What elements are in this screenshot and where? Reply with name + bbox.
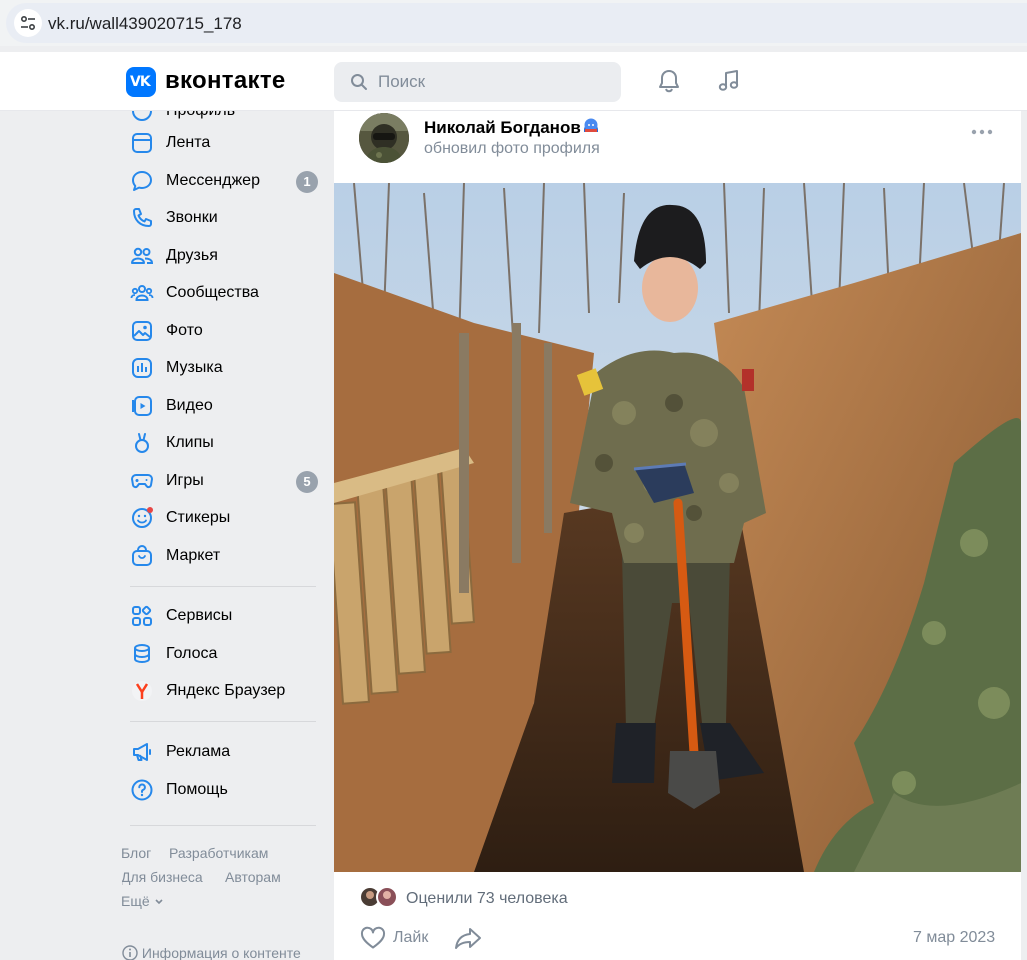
stickers-icon: [132, 507, 153, 528]
more-options-icon[interactable]: [971, 129, 993, 135]
post-card: Николай Богданов обновил фото профиля Оц…: [334, 111, 1021, 960]
info-icon: [122, 945, 138, 960]
sidebar-item-video[interactable]: Видео: [122, 388, 322, 424]
sidebar-item-feed[interactable]: Лента: [122, 125, 322, 161]
sidebar-item-ads[interactable]: Реклама: [122, 734, 322, 770]
likers-avatars[interactable]: [359, 886, 403, 913]
music-player-icon[interactable]: [716, 68, 742, 94]
site-settings-icon[interactable]: [14, 9, 42, 37]
messenger-icon: [132, 171, 152, 191]
post-date[interactable]: 7 мар 2023: [913, 929, 995, 947]
post-author-name[interactable]: Николай Богданов: [424, 118, 581, 138]
post-action-text: обновил фото профиля: [424, 140, 600, 157]
games-icon: [131, 474, 153, 489]
footer-link-authors[interactable]: Авторам: [225, 869, 281, 885]
friends-icon: [131, 247, 154, 264]
phone-icon: [133, 208, 152, 227]
games-badge: 5: [296, 471, 318, 493]
sidebar-item-votes[interactable]: Голоса: [122, 636, 322, 672]
heart-icon[interactable]: [360, 926, 386, 950]
sidebar-item-photo[interactable]: Фото: [122, 313, 322, 349]
newsfeed-icon: [132, 133, 152, 153]
likes-summary[interactable]: Оценили 73 человека: [406, 890, 568, 908]
yandex-browser-icon: [132, 681, 152, 701]
footer-link-developers[interactable]: Разработчикам: [169, 845, 268, 861]
unread-badge: 1: [296, 171, 318, 193]
sidebar-item-music[interactable]: Музыка: [122, 350, 322, 386]
sidebar-item-friends[interactable]: Друзья: [122, 238, 322, 274]
photo-icon: [132, 321, 152, 341]
profile-icon: [132, 111, 152, 121]
megaphone-icon: [133, 743, 151, 761]
url-text[interactable]: vk.ru/wall439020715_178: [48, 14, 242, 34]
browser-toolbar: vk.ru/wall439020715_178: [0, 0, 1027, 46]
video-icon: [132, 396, 152, 416]
votes-icon: [134, 644, 150, 664]
sidebar-item-market[interactable]: Маркет: [122, 538, 322, 574]
sidebar-item-help[interactable]: Помощь: [122, 772, 322, 808]
nav-divider: [130, 825, 316, 826]
sidebar-item-games[interactable]: Игры 5: [122, 463, 322, 499]
clips-icon: [135, 433, 149, 453]
sidebar-item-services[interactable]: Сервисы: [122, 598, 322, 634]
vk-header: VK вконтакте: [0, 52, 1027, 111]
content-info-link[interactable]: Информация о контенте: [122, 945, 301, 960]
nav-divider: [130, 586, 316, 587]
sidebar-item-calls[interactable]: Звонки: [122, 200, 322, 236]
sidebar-item-messenger[interactable]: Мессенджер 1: [122, 163, 322, 199]
bell-icon[interactable]: [656, 68, 682, 94]
nav-divider: [130, 721, 316, 722]
brand-name[interactable]: вконтакте: [165, 67, 286, 95]
sidebar-item-clips[interactable]: Клипы: [122, 425, 322, 461]
sidebar-item-communities[interactable]: Сообщества: [122, 275, 322, 311]
market-icon: [132, 545, 152, 566]
sidebar-item-stickers[interactable]: Стикеры: [122, 500, 322, 536]
like-button[interactable]: Лайк: [393, 929, 428, 947]
author-avatar[interactable]: [359, 113, 409, 163]
chevron-down-icon: [154, 899, 163, 905]
sidebar-item-yandex-browser[interactable]: Яндекс Браузер: [122, 673, 322, 709]
footer-link-business[interactable]: Для бизнеса: [122, 869, 203, 885]
music-icon: [132, 358, 152, 378]
address-bar[interactable]: vk.ru/wall439020715_178: [6, 3, 1027, 43]
share-icon[interactable]: [454, 926, 482, 950]
post-photo[interactable]: [334, 183, 1021, 872]
vk-logo-icon[interactable]: VK: [126, 67, 156, 97]
help-icon: [131, 779, 153, 801]
search-box[interactable]: [334, 62, 621, 102]
search-icon: [351, 74, 367, 90]
search-input[interactable]: [378, 70, 608, 94]
communities-icon: [130, 285, 154, 301]
footer-link-blog[interactable]: Блог: [122, 845, 151, 861]
services-icon: [132, 605, 152, 626]
profile-badge-icon: [584, 118, 598, 132]
left-nav: Профиль Лента Мессенджер 1 Звонки Друзья…: [122, 111, 327, 960]
footer-link-more[interactable]: Ещё: [122, 893, 164, 909]
